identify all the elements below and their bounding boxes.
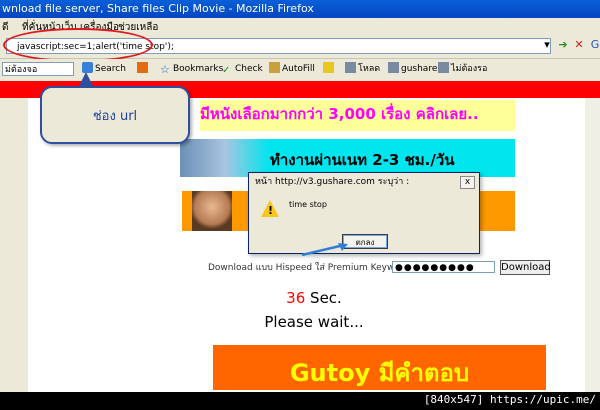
highlighter-icon bbox=[323, 62, 334, 73]
banner-gutoy[interactable]: Gutoy มีคำตอบ bbox=[213, 345, 546, 390]
countdown: 36 Sec. bbox=[28, 289, 600, 307]
news-icon bbox=[137, 62, 148, 73]
toolbar-link-1-label: โหลด bbox=[358, 64, 381, 74]
title-bar: wnload file server, Share files Clip Mov… bbox=[0, 0, 600, 18]
toolbar-check-button[interactable]: ✓ Check bbox=[222, 62, 263, 76]
star-icon: ☆ bbox=[160, 63, 170, 76]
toolbar-link-3-label: ไม่ต้องรอ bbox=[451, 64, 488, 74]
countdown-seconds: 36 bbox=[286, 289, 306, 307]
toolbar-news-button[interactable] bbox=[137, 62, 150, 76]
spellcheck-icon: ✓ bbox=[222, 65, 231, 76]
page-icon bbox=[345, 62, 356, 73]
stop-icon[interactable]: ✕ bbox=[572, 38, 586, 52]
autofill-label: AutoFill bbox=[282, 64, 315, 74]
menu-item-file[interactable]: ดี bbox=[2, 20, 9, 35]
toolbar-bookmarks-button[interactable]: ☆ Bookmarks bbox=[160, 62, 223, 76]
toolbar-autofill-button[interactable]: AutoFill bbox=[269, 62, 315, 76]
banner-work-online-text: ทำงานผ่านเนท 2-3 ชม./วัน bbox=[270, 151, 455, 169]
dialog-title: หน้า http://v3.gushare.com ระบุว่า : bbox=[249, 173, 479, 191]
callout-text: ช่อง url bbox=[92, 109, 138, 124]
pointer-arrow bbox=[301, 243, 348, 256]
page-left-margin bbox=[0, 98, 28, 392]
premium-keyword-input[interactable]: ●●●●●●●●● bbox=[392, 261, 495, 273]
dropdown-arrow-icon[interactable]: ▾ bbox=[540, 38, 554, 52]
countdown-unit: Sec. bbox=[310, 289, 342, 307]
alert-dialog: หน้า http://v3.gushare.com ระบุว่า : x !… bbox=[248, 172, 480, 254]
search-engine-icon[interactable]: G bbox=[588, 38, 600, 52]
vertical-scrollbar[interactable] bbox=[585, 98, 600, 392]
toolbar-link-2[interactable]: gushare bbox=[388, 62, 437, 76]
go-arrow-icon[interactable]: ➔ bbox=[556, 38, 570, 52]
window-title: wnload file server, Share files Clip Mov… bbox=[2, 2, 314, 15]
image-watermark: [840x547] https://upic.me/ bbox=[423, 393, 596, 406]
banner-movies-text: มีหนังเลือกมากกว่า 3,000 เรื่อง คลิกเลย.… bbox=[200, 105, 479, 123]
banner-movies[interactable]: มีหนังเลือกมากกว่า 3,000 เรื่อง คลิกเลย.… bbox=[200, 100, 515, 131]
search-label: Search bbox=[95, 64, 126, 74]
toolbar-link-3[interactable]: ไม่ต้องรอ bbox=[438, 62, 487, 76]
toolbar-link-1[interactable]: โหลด bbox=[345, 62, 380, 76]
url-highlight-circle bbox=[3, 28, 153, 62]
page-icon bbox=[438, 62, 449, 73]
warning-mark: ! bbox=[268, 204, 274, 217]
autofill-icon bbox=[269, 62, 280, 73]
banner-gutoy-text: Gutoy มีคำตอบ bbox=[289, 359, 470, 387]
page-icon bbox=[388, 62, 399, 73]
browser-window: wnload file server, Share files Clip Mov… bbox=[0, 0, 600, 392]
close-icon[interactable]: x bbox=[460, 176, 475, 189]
download-button[interactable]: Download bbox=[500, 260, 551, 275]
toolbar-pen-button[interactable] bbox=[323, 62, 336, 76]
check-label: Check bbox=[235, 64, 263, 74]
please-wait-text: Please wait... bbox=[264, 313, 364, 331]
dialog-message: time stop bbox=[289, 200, 327, 209]
bookmarks-label: Bookmarks bbox=[173, 64, 224, 74]
toolbar-link-2-label: gushare bbox=[401, 64, 438, 74]
man-photo bbox=[192, 191, 232, 231]
url-callout: ช่อง url bbox=[40, 86, 190, 144]
toolbar-search-input[interactable]: ม่ต้องจอ bbox=[2, 62, 74, 76]
